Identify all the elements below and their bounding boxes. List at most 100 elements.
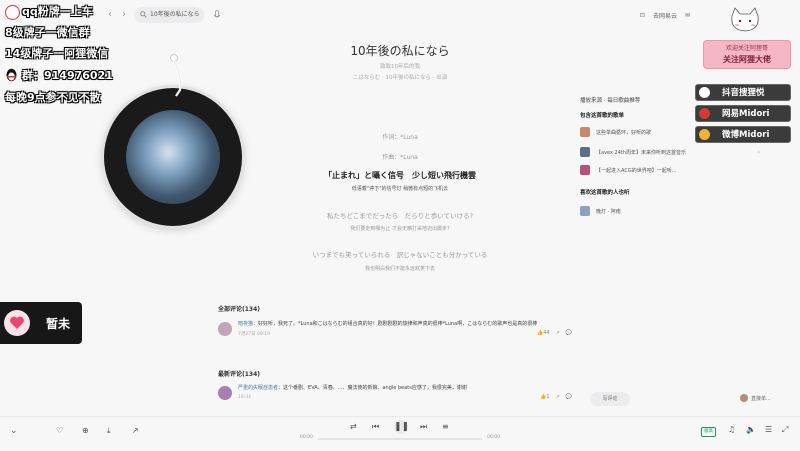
comment-user[interactable]: 严重的失眠症患者 — [238, 385, 278, 391]
playlist-icon[interactable]: ☰ — [765, 425, 772, 434]
forward-arrow-icon[interactable]: › — [118, 9, 130, 21]
overlay-line: qq粉牌一上车 — [22, 5, 93, 18]
avatar — [740, 394, 748, 402]
prev-icon[interactable]: ⏮ — [372, 422, 379, 432]
lyric-translation: 我们要走到哪为止 才会无精打采地迈出脚步? — [350, 226, 450, 232]
playlist-thumb — [580, 127, 590, 137]
comment-actions: 👍1 ↗ 💬 — [540, 394, 572, 400]
comment-actions: 👍44 ↗ 💬 — [537, 330, 572, 336]
cat-mascot-icon — [731, 7, 759, 32]
comment-content: 好好听，我死了。*Luna和こはならむ的组合真的好！剧剧剧剧的旋律和声真的很棒*… — [258, 321, 538, 327]
back-arrow-icon[interactable]: ‹ — [104, 9, 116, 21]
progress-bar[interactable] — [318, 438, 482, 440]
social-label: 网易Midori — [722, 109, 770, 119]
like-button[interactable]: 👍1 — [540, 394, 549, 400]
avatar[interactable] — [218, 322, 232, 336]
mail-icon[interactable]: ✉ — [685, 12, 690, 19]
similar-label: 晚灯 · 阿南 — [596, 208, 621, 215]
like-count: 44 — [543, 330, 550, 336]
lyric-translation: 我也明白我们不能永远欢笑下去 — [364, 266, 435, 272]
qq-logo-icon — [5, 5, 20, 20]
lyric-line: 作曲：*Luna — [382, 154, 418, 161]
comment-text: 严重的失眠症患者：这个番剧、EVA、青春、...、魔法使的新娘、angle be… — [238, 385, 467, 391]
search-icon — [140, 11, 147, 18]
netease-icon — [699, 108, 710, 119]
tonearm-icon — [170, 54, 182, 97]
heart-icon — [10, 316, 24, 329]
reply-icon[interactable]: 💬 — [566, 330, 572, 336]
playlist-label: 【avex 24th周年】未来你听到这首音乐 — [596, 149, 687, 156]
mini-user-label: 直接单... — [751, 395, 771, 402]
playlist-item[interactable]: 【一起进入ACG的世界吧】一起听... — [580, 163, 760, 177]
more-icon[interactable]: › — [758, 149, 760, 156]
comment-text: 暗夜猫：好好听，我死了。*Luna和こはならむ的组合真的好！剧剧剧剧的旋律和声真… — [238, 321, 538, 327]
playlist-item[interactable]: 【avex 24th周年】未来你听到这首音乐 › — [580, 145, 760, 159]
overlay-line: 8级牌子一微信群 — [5, 26, 90, 39]
total-time: 00:00 — [487, 435, 500, 440]
reply-icon[interactable]: 💬 — [566, 394, 572, 400]
overlay-line: 群：914976021 — [22, 69, 113, 82]
lyric-translation-current: 低语着"停下"的信号灯 稍微有点短的飞机云 — [351, 186, 449, 192]
playlist-thumb — [580, 165, 590, 175]
write-comment-button[interactable]: 写评论 — [590, 392, 630, 406]
next-icon[interactable]: ⏭ — [420, 422, 427, 432]
all-comments-header: 全部评论(134) — [218, 306, 261, 313]
social-netease: 网易Midori — [695, 105, 791, 122]
comment-item: 暗夜猫：好好听，我死了。*Luna和こはならむ的组合真的好！剧剧剧剧的旋律和声真… — [218, 320, 578, 348]
comment-user[interactable]: 暗夜猫 — [238, 321, 253, 327]
banner-line: 欢迎关注阿狸哥 — [725, 45, 768, 52]
social-weibo: 微博Midori — [695, 126, 791, 143]
tiktok-icon — [699, 87, 710, 98]
weibo-icon — [699, 129, 710, 140]
qq-penguin-icon — [6, 68, 17, 82]
shuffle-icon[interactable]: ⇄ — [350, 422, 357, 431]
sticker-badge: 暂未 — [0, 302, 82, 344]
social-tiktok: 抖音搜狸悦 — [695, 84, 791, 101]
current-time: 00:00 — [300, 435, 313, 440]
similar-item[interactable]: 晚灯 · 阿南 — [580, 204, 760, 218]
share-icon[interactable]: ↗ — [132, 426, 139, 435]
top-right-tools: ⊡ 去网易云 ✉ — [640, 8, 690, 22]
mini-user[interactable]: 直接单... — [740, 394, 771, 402]
pause-button[interactable]: ❚❚ — [394, 420, 409, 434]
social-label: 微博Midori — [722, 130, 770, 140]
quality-badge[interactable]: 极高 — [701, 427, 716, 437]
sound-effect-icon[interactable]: ♫ — [728, 425, 735, 434]
similar-section-title: 喜欢这首歌的人也听 — [580, 190, 630, 196]
song-meta[interactable]: こはならむ · 10年後の私になら · 出演 — [300, 73, 500, 81]
social-label: 抖音搜狸悦 — [722, 88, 765, 98]
comment-item: 严重的失眠症患者：这个番剧、EVA、青春、...、魔法使的新娘、angle be… — [218, 384, 578, 412]
like-count: 1 — [546, 394, 550, 400]
music-app-window: ‹ › 10年後の私になら ⊡ 去网易云 ✉ 10年後の私になら 致致10年后的… — [0, 0, 800, 451]
lyric-line: いつまでも笑っていられる 訳じゃないことも分かっている — [312, 251, 488, 259]
netease-link[interactable]: 去网易云 — [653, 11, 677, 20]
follow-banner: 欢迎关注阿狸哥 关注阿狸大佬 — [703, 40, 791, 69]
download-icon[interactable]: ⤓ — [107, 426, 111, 436]
share-icon[interactable]: ↗ — [556, 330, 560, 336]
volume-icon[interactable]: 🔈 — [746, 425, 756, 434]
similar-thumb — [580, 206, 590, 216]
overlay-line: 每晚9点参不见不散 — [5, 91, 101, 104]
playlist-thumb — [580, 147, 590, 157]
comment-content: 这个番剧、EVA、青春、...、魔法使的新娘、angle beats应感了，我很… — [283, 385, 467, 391]
fullscreen-icon[interactable]: ⤢ — [782, 425, 788, 435]
lyrics-icon[interactable]: ≡ — [442, 422, 449, 431]
tshirt-icon[interactable]: ⊡ — [640, 12, 645, 19]
microphone-icon[interactable] — [213, 10, 221, 20]
song-title: 10年後の私になら — [350, 44, 450, 58]
album-cover[interactable] — [126, 110, 220, 204]
song-subtitle: 致致10年后的我 — [380, 64, 420, 70]
heart-icon[interactable]: ♡ — [56, 426, 63, 435]
recent-comments-header: 最新评论(134) — [218, 371, 261, 378]
chevron-down-icon[interactable]: ⌄ — [10, 426, 18, 436]
lyric-line: 私たちどこまでだったら だらりと歩いていける? — [326, 212, 474, 220]
lyric-line-current: 「止まれ」と囁く信号 少し短い飛行機雲 — [324, 171, 476, 180]
share-icon[interactable]: ↗ — [556, 394, 560, 400]
avatar[interactable] — [218, 386, 232, 400]
banner-line: 关注阿狸大佬 — [723, 55, 771, 64]
like-button[interactable]: 👍44 — [537, 330, 550, 336]
playlist-label: 【一起进入ACG的世界吧】一起听... — [596, 167, 677, 174]
sticker-text: 暂未 — [46, 317, 71, 331]
add-playlist-icon[interactable]: ⊕ — [82, 426, 89, 435]
overlay-line: 14级牌子一阿狸微信 — [5, 47, 109, 60]
